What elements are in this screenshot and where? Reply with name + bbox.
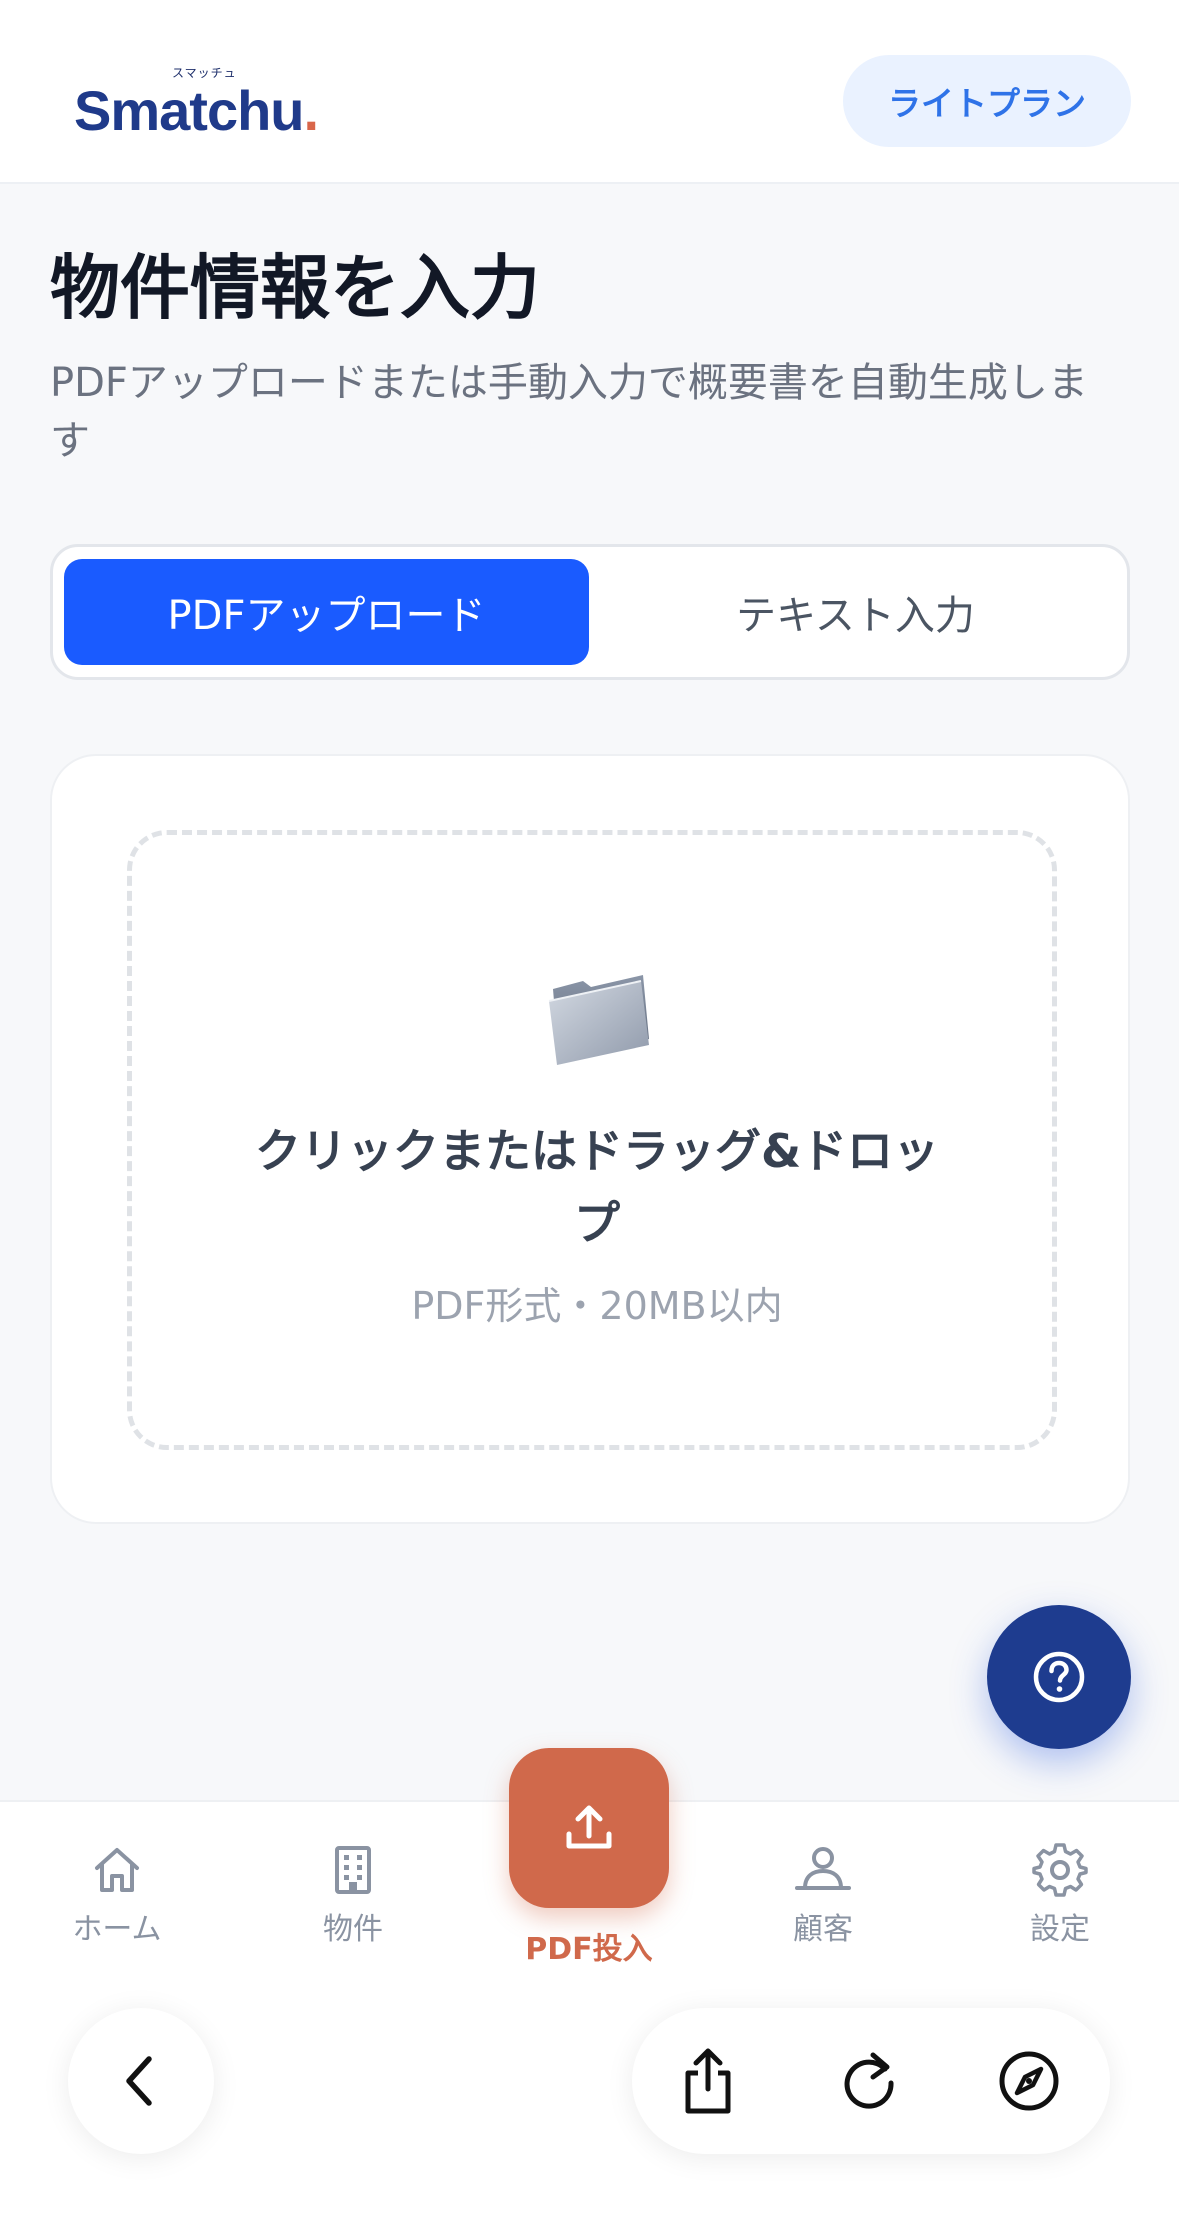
tab-text-input[interactable]: テキスト入力 bbox=[593, 559, 1118, 665]
input-mode-tabs: PDFアップロード テキスト入力 bbox=[50, 544, 1130, 680]
home-icon bbox=[95, 1848, 139, 1892]
tab-pdf-upload[interactable]: PDFアップロード bbox=[64, 559, 589, 665]
nav-label-customers: 顧客 bbox=[793, 1912, 853, 1947]
browser-back-button[interactable] bbox=[68, 2008, 214, 2154]
share-icon bbox=[685, 2048, 731, 2114]
logo-text: Smatchu. bbox=[74, 79, 319, 142]
help-button[interactable] bbox=[987, 1605, 1131, 1749]
browser-safari-button[interactable] bbox=[989, 2041, 1069, 2121]
nav-item-pdf-upload[interactable] bbox=[509, 1748, 669, 1908]
upload-card: クリックまたはドラッグ&ドロップ PDF形式・20MB以内 bbox=[50, 754, 1130, 1524]
nav-label-home: ホーム bbox=[72, 1912, 162, 1947]
browser-reload-button[interactable] bbox=[829, 2041, 909, 2121]
gear-icon bbox=[1032, 1843, 1088, 1897]
pdf-dropzone[interactable]: クリックまたはドラッグ&ドロップ PDF形式・20MB以内 bbox=[127, 830, 1057, 1450]
app-header: スマッチュ Smatchu. ライトプラン bbox=[0, 0, 1179, 184]
nav-label-properties: 物件 bbox=[323, 1912, 383, 1947]
page-title: 物件情報を入力 bbox=[50, 247, 540, 329]
back-icon bbox=[126, 2056, 152, 2106]
reload-icon bbox=[844, 2052, 894, 2109]
dropzone-title: クリックまたはドラッグ&ドロップ bbox=[254, 1124, 940, 1250]
nav-item-home[interactable]: ホーム bbox=[27, 1842, 207, 1952]
compass-icon bbox=[999, 2051, 1059, 2111]
help-icon bbox=[1033, 1651, 1085, 1703]
building-icon bbox=[335, 1846, 371, 1894]
nav-label-settings: 設定 bbox=[1030, 1912, 1090, 1947]
nav-item-settings[interactable]: 設定 bbox=[970, 1842, 1150, 1952]
folder-icon bbox=[548, 975, 649, 1065]
browser-toolbar bbox=[632, 2008, 1110, 2154]
nav-item-properties[interactable]: 物件 bbox=[263, 1842, 443, 1952]
plan-badge[interactable]: ライトプラン bbox=[843, 55, 1131, 147]
customer-icon bbox=[795, 1847, 851, 1890]
nav-item-customers[interactable]: 顧客 bbox=[733, 1842, 913, 1952]
dropzone-hint: PDF形式・20MB以内 bbox=[411, 1284, 783, 1328]
page-subtitle: PDFアップロードまたは手動入力で概要書を自動生成します bbox=[50, 360, 1088, 464]
upload-icon bbox=[566, 1805, 612, 1849]
nav-label-pdf-upload[interactable]: PDF投入 bbox=[489, 1924, 689, 1968]
browser-share-button[interactable] bbox=[668, 2041, 748, 2121]
